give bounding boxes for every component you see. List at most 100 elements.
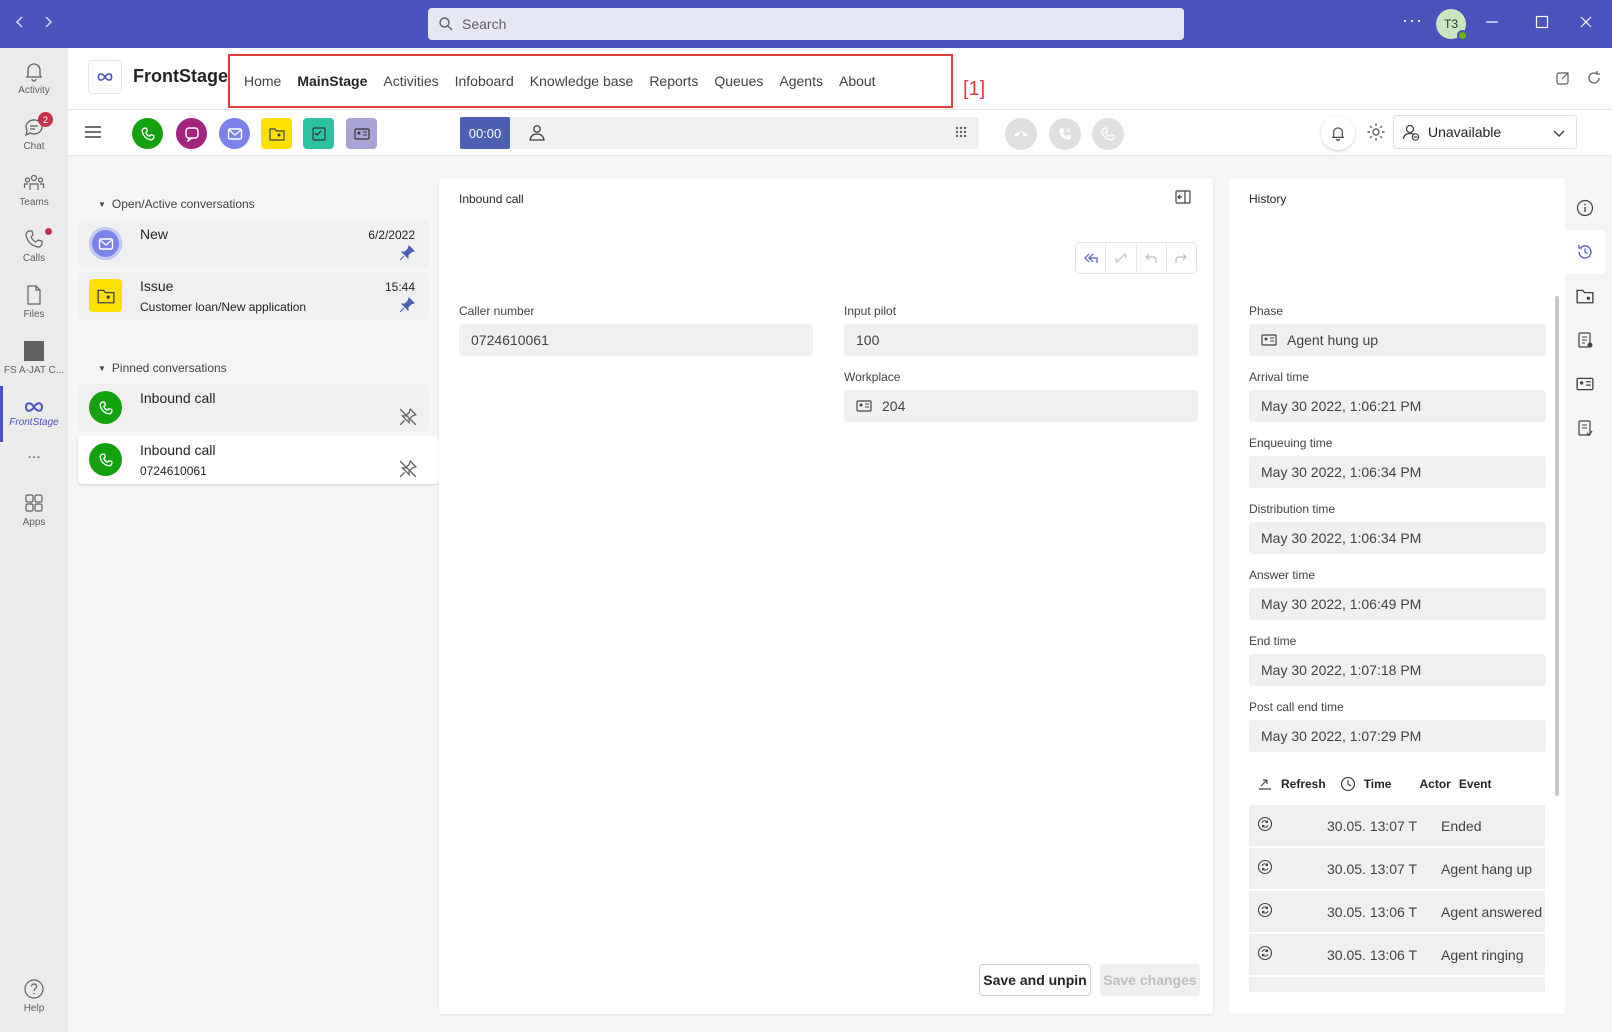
- tab-reports[interactable]: Reports: [641, 73, 706, 89]
- refresh-circle-icon: [1257, 902, 1273, 918]
- event-column-header[interactable]: Event: [1459, 777, 1492, 791]
- notes-icon[interactable]: [1565, 318, 1605, 362]
- tab-activities[interactable]: Activities: [375, 73, 446, 89]
- search-input[interactable]: Search: [428, 8, 1184, 40]
- dial-input[interactable]: [510, 117, 979, 149]
- hold-call-button[interactable]: [1049, 118, 1081, 150]
- conversation-time: 15:44: [384, 280, 415, 294]
- dialpad-icon[interactable]: [955, 126, 967, 140]
- input-pilot-field[interactable]: 100: [844, 324, 1198, 356]
- tab-queues[interactable]: Queues: [706, 73, 771, 89]
- new-email-button[interactable]: [219, 118, 250, 149]
- conversation-item-new[interactable]: New 6/2/2022: [78, 220, 429, 268]
- arrival-time-field[interactable]: May 30 2022, 1:06:21 PM: [1249, 390, 1546, 422]
- history-icon[interactable]: [1565, 230, 1605, 274]
- reply-all-icon[interactable]: [1076, 243, 1107, 273]
- maximize-icon[interactable]: [1534, 14, 1550, 30]
- rail-item-teams[interactable]: Teams: [0, 162, 68, 218]
- contact-card-button[interactable]: [346, 118, 377, 149]
- search-icon: [438, 16, 454, 32]
- rail-item-chat[interactable]: Chat 2: [0, 106, 68, 162]
- new-task-button[interactable]: [303, 118, 334, 149]
- hangup-button[interactable]: [1005, 118, 1037, 150]
- conversation-item-issue[interactable]: Issue Customer loan/New application 15:4…: [78, 272, 429, 320]
- end-time-field[interactable]: May 30 2022, 1:07:18 PM: [1249, 654, 1546, 686]
- save-changes-button[interactable]: Save changes: [1100, 964, 1200, 996]
- refresh-icon[interactable]: [1586, 70, 1602, 86]
- hangup-icon: [1013, 129, 1029, 139]
- minimize-icon[interactable]: [1484, 14, 1500, 30]
- post-call-end-time-label: Post call end time: [1249, 700, 1344, 714]
- call-timer: 00:00: [460, 117, 510, 149]
- collapse-panel-icon[interactable]: [1175, 190, 1191, 204]
- refresh-button[interactable]: Refresh: [1281, 777, 1326, 791]
- phase-field[interactable]: Agent hung up: [1249, 324, 1546, 356]
- status-dropdown[interactable]: Unavailable: [1393, 115, 1577, 149]
- unread-badge: 2: [38, 112, 53, 127]
- rail-item-fs-ajat[interactable]: FS A-JAT C...: [0, 330, 68, 386]
- enqueuing-time-value: May 30 2022, 1:06:34 PM: [1261, 464, 1422, 480]
- table-row[interactable]: 30.05. 13:07 T Ended: [1249, 805, 1545, 847]
- pin-icon[interactable]: [399, 297, 415, 313]
- rail-item-calls[interactable]: Calls: [0, 218, 68, 274]
- new-call-button[interactable]: [132, 118, 163, 149]
- hamburger-menu-icon[interactable]: [84, 124, 102, 140]
- tab-mainstage[interactable]: MainStage: [289, 73, 375, 89]
- task-list-icon[interactable]: [1565, 406, 1605, 450]
- rail-label: Calls: [22, 253, 46, 264]
- section-pinned-conversations[interactable]: ▼ Pinned conversations: [98, 361, 227, 375]
- save-and-unpin-button[interactable]: Save and unpin: [979, 964, 1091, 996]
- undo-icon[interactable]: [1137, 243, 1167, 273]
- unpin-icon[interactable]: [399, 460, 417, 478]
- conversation-item-inbound-call[interactable]: Inbound call: [78, 384, 429, 432]
- agent-transfer-icon[interactable]: [528, 124, 546, 142]
- post-call-end-time-field[interactable]: May 30 2022, 1:07:29 PM: [1249, 720, 1546, 752]
- tab-about[interactable]: About: [831, 73, 884, 89]
- distribution-time-field[interactable]: May 30 2022, 1:06:34 PM: [1249, 522, 1546, 554]
- table-row[interactable]: 30.05. 13:07 T Agent hang up: [1249, 848, 1545, 890]
- refresh-history-icon[interactable]: [1257, 777, 1273, 791]
- answer-call-button[interactable]: [1092, 118, 1124, 150]
- avatar[interactable]: T3: [1436, 9, 1468, 41]
- caller-number-field[interactable]: 0724610061: [459, 324, 813, 356]
- new-case-button[interactable]: [261, 118, 292, 149]
- answer-time-field[interactable]: May 30 2022, 1:06:49 PM: [1249, 588, 1546, 620]
- more-options-icon[interactable]: ···: [1402, 10, 1423, 31]
- rail-item-help[interactable]: Help: [0, 968, 68, 1024]
- rail-item-apps[interactable]: Apps: [0, 482, 68, 538]
- enqueuing-time-field[interactable]: May 30 2022, 1:06:34 PM: [1249, 456, 1546, 488]
- folder-person-icon[interactable]: [1565, 274, 1605, 318]
- pin-icon[interactable]: [399, 245, 415, 261]
- table-row[interactable]: 30.05. 13:06 T Agent answered: [1249, 891, 1545, 933]
- actor-column-header[interactable]: Actor: [1419, 777, 1450, 791]
- popout-icon[interactable]: [1555, 70, 1571, 86]
- time-column-header[interactable]: Time: [1364, 777, 1392, 791]
- forward-arrow-icon[interactable]: [40, 14, 60, 34]
- close-icon[interactable]: [1578, 14, 1594, 30]
- tab-agents[interactable]: Agents: [771, 73, 831, 89]
- redo-icon[interactable]: [1167, 243, 1196, 273]
- contact-card-icon[interactable]: [1565, 362, 1605, 406]
- phase-label: Phase: [1249, 304, 1284, 318]
- table-row[interactable]: [1249, 977, 1545, 993]
- info-icon[interactable]: [1565, 186, 1605, 230]
- app-square-icon: [23, 340, 45, 362]
- table-row[interactable]: 30.05. 13:06 T Agent ringing: [1249, 934, 1545, 976]
- rail-item-activity[interactable]: Activity: [0, 50, 68, 106]
- tab-home[interactable]: Home: [236, 73, 289, 89]
- workplace-field[interactable]: 204: [844, 390, 1198, 422]
- rail-item-more[interactable]: ...: [0, 426, 68, 482]
- unlink-icon[interactable]: [1106, 243, 1137, 273]
- back-arrow-icon[interactable]: [12, 14, 32, 34]
- new-chat-button[interactable]: [176, 118, 207, 149]
- unpin-icon[interactable]: [399, 408, 417, 426]
- phone-icon: [23, 228, 45, 250]
- conversation-item-inbound-call-selected[interactable]: Inbound call 0724610061: [78, 436, 439, 484]
- rail-item-files[interactable]: Files: [0, 274, 68, 330]
- history-scrollbar[interactable]: [1555, 296, 1559, 796]
- section-open-conversations[interactable]: ▼ Open/Active conversations: [98, 197, 255, 211]
- notifications-button[interactable]: [1321, 116, 1355, 150]
- tab-infoboard[interactable]: Infoboard: [447, 73, 522, 89]
- tab-knowledge-base[interactable]: Knowledge base: [522, 73, 642, 89]
- settings-gear-icon[interactable]: [1366, 122, 1386, 142]
